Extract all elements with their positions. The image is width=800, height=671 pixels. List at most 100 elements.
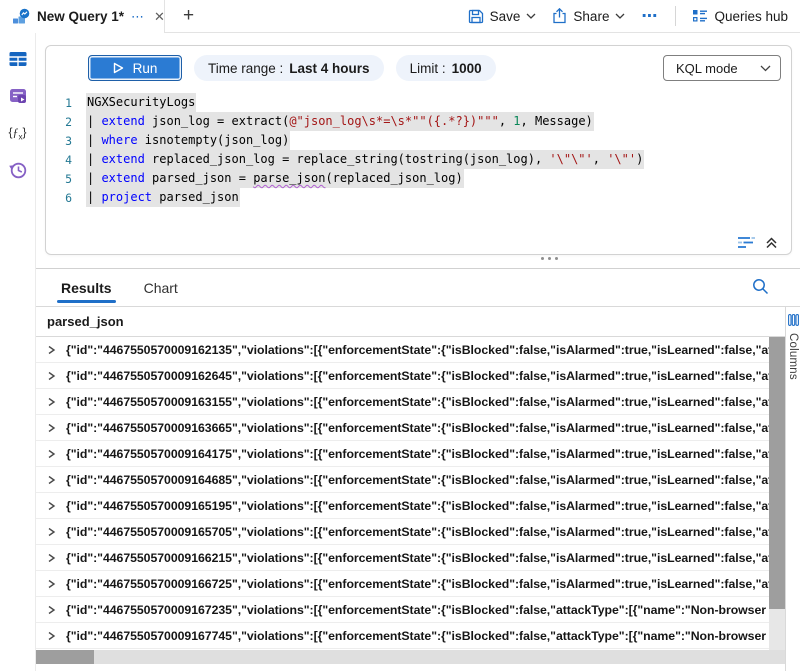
row-json-text: {"id":"4467550570009167235","violations"… — [66, 603, 785, 617]
data-tables-icon[interactable] — [7, 48, 29, 70]
tabbar-actions: Save Share ⋯ — [468, 0, 800, 32]
expand-row-icon[interactable] — [47, 553, 57, 563]
horizontal-scrollbar-thumb[interactable] — [36, 650, 94, 664]
save-icon — [468, 8, 484, 24]
table-row[interactable]: {"id":"4467550570009162645","violations"… — [36, 363, 785, 389]
expand-row-icon[interactable] — [47, 527, 57, 537]
expand-row-icon[interactable] — [47, 501, 57, 511]
vertical-scrollbar-thumb[interactable] — [769, 337, 785, 609]
tab-close-icon[interactable]: ✕ — [152, 8, 167, 25]
table-row[interactable]: {"id":"4467550570009164685","violations"… — [36, 467, 785, 493]
table-row[interactable]: {"id":"4467550570009166215","violations"… — [36, 545, 785, 571]
time-range-label: Time range : — [208, 61, 283, 76]
table-row[interactable]: {"id":"4467550570009166725","violations"… — [36, 571, 785, 597]
table-row[interactable]: {"id":"4467550570009165195","violations"… — [36, 493, 785, 519]
row-json-text: {"id":"4467550570009162645","violations"… — [66, 369, 785, 383]
row-json-text: {"id":"4467550570009165705","violations"… — [66, 525, 785, 539]
search-icon[interactable] — [752, 278, 769, 295]
column-header-parsed-json[interactable]: parsed_json — [36, 307, 785, 337]
query-toolbar: Run Time range : Last 4 hours Limit : 10… — [46, 46, 791, 81]
table-row[interactable]: {"id":"4467550570009165705","violations"… — [36, 519, 785, 545]
panel-splitter-handle[interactable] — [541, 257, 558, 260]
row-json-text: {"id":"4467550570009166725","violations"… — [66, 577, 785, 591]
code-text: | where isnotempty(json_log) — [86, 131, 290, 150]
code-text: | extend replaced_json_log = replace_str… — [86, 150, 644, 169]
code-text: | project parsed_json — [86, 188, 240, 207]
expand-row-icon[interactable] — [47, 397, 57, 407]
line-number: 6 — [46, 188, 72, 207]
collapse-editor-icon[interactable] — [765, 236, 778, 249]
expand-row-icon[interactable] — [47, 449, 57, 459]
run-label: Run — [133, 61, 158, 76]
code-line[interactable]: 1 NGXSecurityLogs — [46, 93, 791, 112]
line-number: 1 — [46, 93, 72, 112]
table-row[interactable]: {"id":"4467550570009163665","violations"… — [36, 415, 785, 441]
row-json-text: {"id":"4467550570009163155","violations"… — [66, 395, 785, 409]
limit-value: 1000 — [452, 61, 482, 76]
new-tab-button[interactable]: + — [177, 4, 200, 28]
table-row[interactable]: {"id":"4467550570009167235","violations"… — [36, 597, 785, 623]
saved-queries-icon[interactable] — [7, 85, 29, 107]
expand-row-icon[interactable] — [47, 605, 57, 615]
line-number: 4 — [46, 150, 72, 169]
row-json-text: {"id":"4467550570009163665","violations"… — [66, 421, 785, 435]
more-actions-icon[interactable]: ⋯ — [641, 6, 659, 26]
results-panel: Results Chart parsed_json {"id":"4467550… — [36, 268, 800, 671]
run-button[interactable]: Run — [88, 55, 182, 81]
columns-side-panel[interactable]: Columns — [785, 307, 800, 671]
editor-zone: Run Time range : Last 4 hours Limit : 10… — [36, 33, 800, 268]
query-editor-panel: Run Time range : Last 4 hours Limit : 10… — [45, 45, 792, 255]
row-json-text: {"id":"4467550570009165195","violations"… — [66, 499, 785, 513]
columns-panel-label: Columns — [787, 333, 799, 380]
table-row[interactable]: {"id":"4467550570009162135","violations"… — [36, 337, 785, 363]
line-number: 5 — [46, 169, 72, 188]
code-editor[interactable]: 1 NGXSecurityLogs2| extend json_log = ext… — [46, 93, 791, 207]
query-tab[interactable]: New Query 1* ⋯ ✕ — [0, 0, 165, 33]
code-line[interactable]: 4 | extend replaced_json_log = replace_st… — [46, 150, 791, 169]
tab-bar: New Query 1* ⋯ ✕ + Save — [0, 0, 800, 33]
table-row[interactable]: {"id":"4467550570009167745","violations"… — [36, 623, 785, 649]
functions-icon[interactable]: {ƒx} — [7, 122, 29, 144]
code-line[interactable]: 3| where isnotempty(json_log) — [46, 131, 791, 150]
save-label: Save — [490, 9, 521, 24]
code-line[interactable]: 6 | project parsed_json — [46, 188, 791, 207]
expand-row-icon[interactable] — [47, 423, 57, 433]
save-button[interactable]: Save — [468, 8, 537, 24]
time-range-picker[interactable]: Time range : Last 4 hours — [194, 55, 384, 81]
table-row[interactable]: {"id":"4467550570009163155","violations"… — [36, 389, 785, 415]
kql-mode-value: KQL mode — [676, 61, 738, 76]
expand-row-icon[interactable] — [47, 371, 57, 381]
kql-mode-select[interactable]: KQL mode — [663, 55, 781, 81]
expand-row-icon[interactable] — [47, 475, 57, 485]
vertical-scrollbar[interactable] — [769, 337, 785, 650]
expand-row-icon[interactable] — [47, 579, 57, 589]
grid-rows: {"id":"4467550570009162135","violations"… — [36, 337, 785, 650]
limit-picker[interactable]: Limit : 1000 — [396, 55, 496, 81]
columns-icon — [788, 314, 799, 326]
results-tab-strip: Results Chart — [36, 269, 800, 306]
share-label: Share — [573, 9, 609, 24]
tab-chart[interactable]: Chart — [142, 269, 180, 306]
chevron-down-icon — [615, 13, 625, 19]
app-root: New Query 1* ⋯ ✕ + Save — [0, 0, 800, 671]
tab-results[interactable]: Results — [59, 269, 114, 306]
queries-hub-button[interactable]: Queries hub — [692, 8, 788, 24]
history-icon[interactable] — [7, 159, 29, 181]
code-text: NGXSecurityLogs — [86, 93, 196, 112]
time-range-value: Last 4 hours — [289, 61, 369, 76]
format-query-icon[interactable] — [737, 236, 756, 249]
results-grid: parsed_json {"id":"4467550570009162135",… — [36, 307, 785, 664]
expand-row-icon[interactable] — [47, 631, 57, 641]
share-icon — [552, 8, 567, 24]
code-line[interactable]: 2| extend json_log = extract(@"json_log\… — [46, 112, 791, 131]
limit-label: Limit : — [410, 61, 446, 76]
main-area: {ƒx} — [0, 33, 800, 671]
expand-row-icon[interactable] — [47, 345, 57, 355]
horizontal-scrollbar[interactable] — [36, 650, 785, 664]
row-json-text: {"id":"4467550570009167745","violations"… — [66, 629, 785, 643]
tab-more-icon[interactable]: ⋯ — [131, 10, 145, 23]
row-json-text: {"id":"4467550570009164685","violations"… — [66, 473, 785, 487]
code-line[interactable]: 5| extend parsed_json = parse_json(repla… — [46, 169, 791, 188]
share-button[interactable]: Share — [552, 8, 625, 24]
table-row[interactable]: {"id":"4467550570009164175","violations"… — [36, 441, 785, 467]
